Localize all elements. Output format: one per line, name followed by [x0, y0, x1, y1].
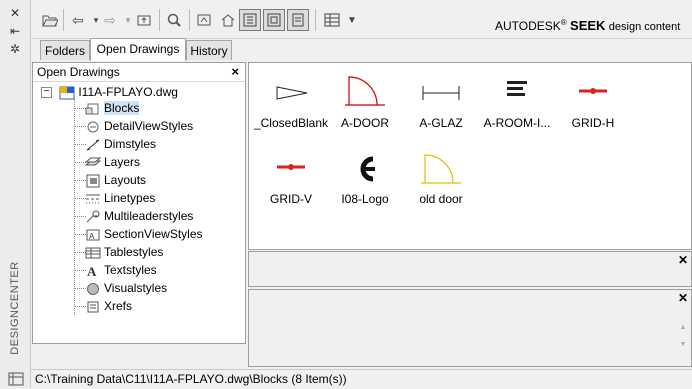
svg-text:A: A [87, 264, 97, 278]
tab-folders[interactable]: Folders [40, 40, 90, 60]
section-view-icon: A [85, 228, 101, 242]
detail-view-icon [85, 120, 101, 134]
views-dropdown-icon[interactable]: ▼ [341, 9, 363, 31]
block-item[interactable]: GRID-H [553, 73, 633, 130]
tree-item-xrefs[interactable]: Xrefs [85, 297, 132, 315]
home-icon[interactable] [217, 9, 239, 31]
content-area: _ClosedBlank A-DOOR A-GLAZ A-ROOM-I... G… [248, 62, 692, 250]
up-icon[interactable] [133, 9, 155, 31]
tab-history[interactable]: History [186, 40, 232, 60]
visualstyle-icon [85, 282, 101, 296]
status-bar: C:\Training Data\C11\I11A-FPLAYO.dwg\Blo… [31, 369, 692, 388]
tree-item-tablestyles[interactable]: Tablestyles [85, 243, 163, 261]
door-thumbnail [345, 76, 385, 106]
status-icon [0, 369, 30, 388]
palette-strip: ✕ ⇤ ✲ DESIGNCENTER [0, 0, 31, 388]
block-item[interactable]: old door [401, 149, 481, 206]
collapse-icon[interactable]: ⇤ [8, 24, 22, 38]
views-icon[interactable] [321, 9, 343, 31]
preview-toggle-icon[interactable] [263, 9, 285, 31]
search-icon[interactable] [163, 9, 185, 31]
tree-item-multileaderstyles[interactable]: Multileaderstyles [85, 207, 193, 225]
textstyle-icon: A [85, 264, 101, 279]
load-icon[interactable] [39, 9, 61, 31]
description-toggle-icon[interactable] [287, 9, 309, 31]
table-icon [85, 246, 101, 260]
preview-pane: ✕ [248, 251, 692, 287]
layouts-icon [85, 174, 101, 188]
tree-item-textstyles[interactable]: A Textstyles [85, 261, 157, 279]
block-item[interactable]: GRID-V [251, 149, 331, 206]
close-icon[interactable]: ✕ [8, 6, 22, 20]
tree-header: Open Drawings × [33, 63, 245, 82]
tab-open-drawings[interactable]: Open Drawings [90, 38, 186, 61]
old-door-thumbnail [421, 154, 461, 184]
close-icon[interactable]: ✕ [677, 292, 689, 304]
closed-blank-thumbnail [276, 86, 308, 100]
grid-v-thumbnail [277, 164, 305, 170]
scrollbar[interactable]: ▲ ▼ [678, 310, 688, 364]
close-icon[interactable]: ✕ [677, 254, 689, 266]
room-tag-thumbnail [507, 81, 527, 96]
tree-item-blocks[interactable]: Blocks [85, 99, 140, 117]
scroll-up-icon[interactable]: ▲ [678, 324, 688, 331]
tree-item-linetypes[interactable]: Linetypes [85, 189, 155, 207]
tree-panel: Open Drawings × − I11A-FPLAYO.dwg Blocks… [32, 62, 246, 344]
block-item[interactable]: A-DOOR [325, 73, 405, 130]
linetypes-icon [85, 192, 101, 206]
scroll-down-icon[interactable]: ▼ [678, 341, 688, 348]
properties-icon[interactable]: ✲ [8, 42, 22, 56]
block-item[interactable]: I08-Logo [325, 149, 405, 206]
description-pane: ✕ ▲ ▼ [248, 289, 692, 367]
multileader-icon [85, 210, 101, 224]
toolbar: ⇦ ▾ ⇨ ▾ ▼ AUTODESK® SEEK design content [31, 0, 692, 39]
tree-root-label: I11A-FPLAYO.dwg [78, 85, 178, 99]
tree-item-layouts[interactable]: Layouts [85, 171, 146, 189]
block-item[interactable]: A-GLAZ [401, 73, 481, 130]
tree-item-detailviewstyles[interactable]: DetailViewStyles [85, 117, 193, 135]
layers-icon [84, 156, 102, 170]
block-item[interactable]: _ClosedBlank [251, 73, 331, 130]
svg-text:A: A [89, 232, 95, 241]
xref-icon [85, 300, 101, 314]
palette-title: DESIGNCENTER [9, 261, 21, 355]
dimstyle-icon [85, 138, 101, 152]
tree-view-toggle-icon[interactable] [239, 9, 261, 31]
tree-item-visualstyles[interactable]: Visualstyles [85, 279, 167, 297]
blocks-icon [85, 102, 101, 116]
grid-h-thumbnail [579, 88, 607, 94]
logo-thumbnail [360, 156, 375, 182]
tree-item-sectionviewstyles[interactable]: A SectionViewStyles [85, 225, 203, 243]
drawing-file-icon [59, 86, 75, 100]
block-item[interactable]: A-ROOM-I... [477, 73, 557, 130]
glazing-thumbnail [422, 86, 460, 100]
tree-item-layers[interactable]: Layers [84, 153, 140, 171]
tree-item-dimstyles[interactable]: Dimstyles [85, 135, 156, 153]
favorites-icon[interactable] [193, 9, 215, 31]
collapse-toggle-icon[interactable]: − [41, 87, 52, 99]
autodesk-seek-link[interactable]: AUTODESK® SEEK design content [495, 18, 680, 33]
close-icon[interactable]: × [231, 63, 239, 81]
